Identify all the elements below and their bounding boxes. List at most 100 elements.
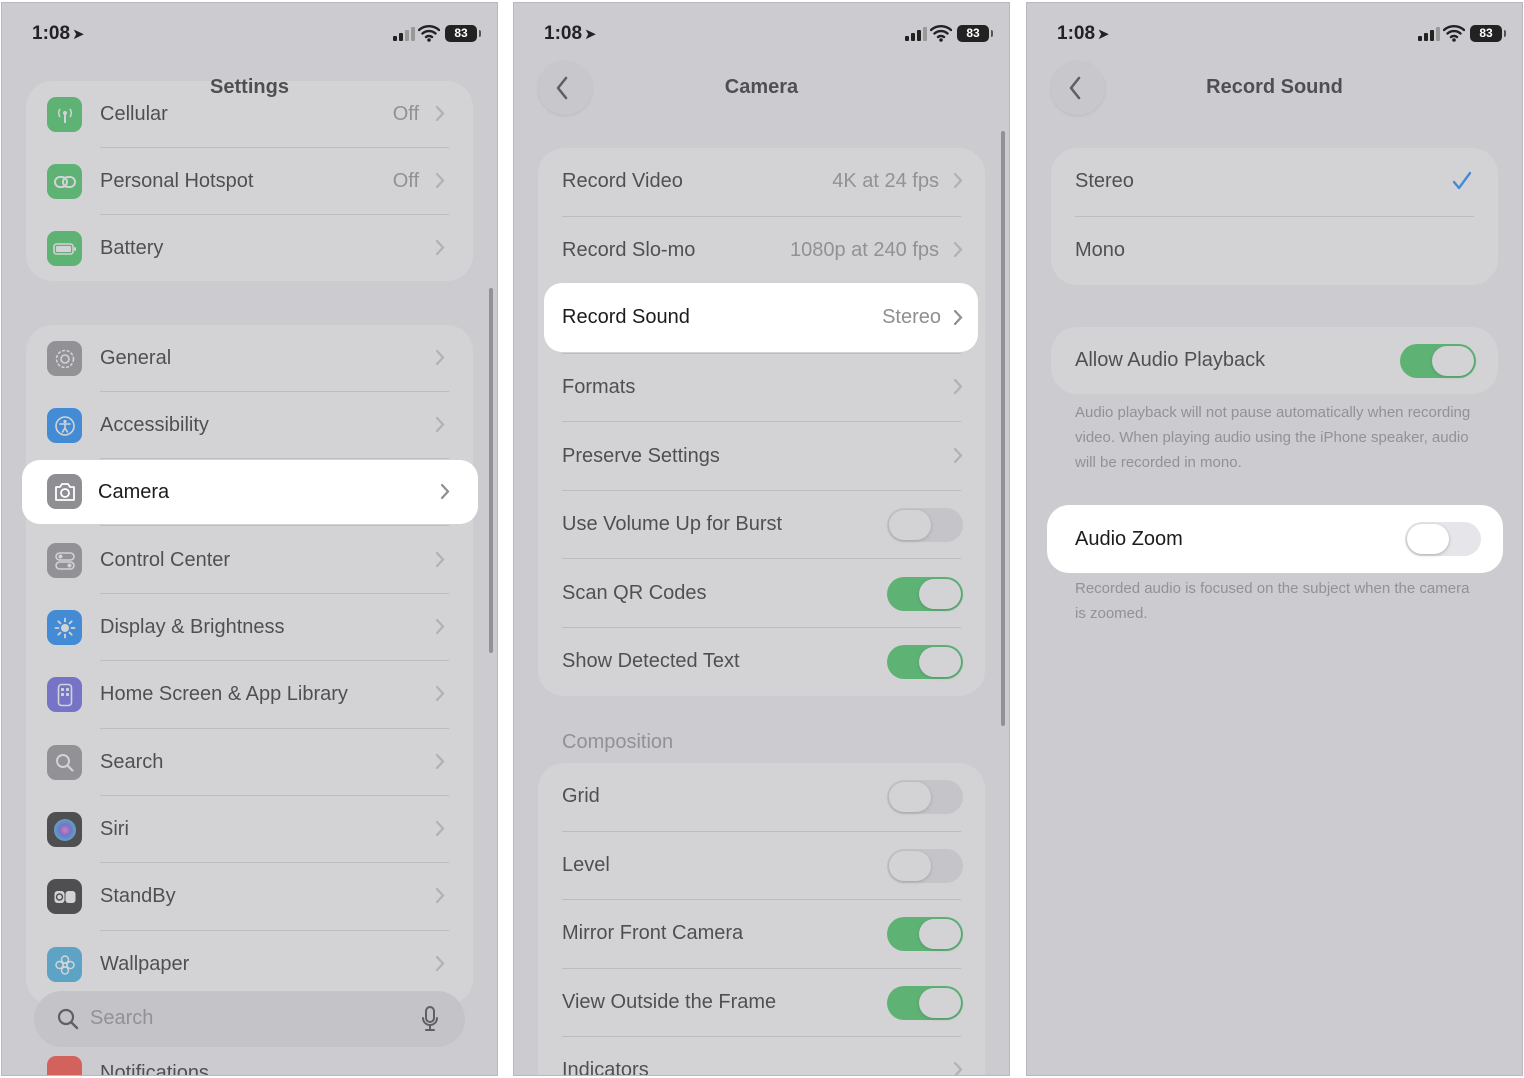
- switches-icon: [47, 543, 82, 578]
- row-grid: Grid: [538, 763, 985, 830]
- top-settings-group: Cellular Off Personal Hotspot Off Batter…: [26, 81, 473, 281]
- camera-main-group: Record Video 4K at 24 fps Record Slo-mo …: [538, 148, 985, 696]
- view-outside-toggle[interactable]: [887, 985, 963, 1020]
- record-sound-screen: Record Sound Stereo Mono Allow Audio Pla…: [1026, 2, 1523, 1076]
- settings-item-label: Accessibility: [100, 414, 209, 436]
- chevron-right-icon: [953, 378, 963, 395]
- gear-icon: [47, 341, 82, 376]
- page-title: Camera: [724, 76, 799, 98]
- row-label: Formats: [562, 376, 636, 398]
- settings-item-wallpaper[interactable]: Wallpaper: [26, 931, 473, 998]
- row-formats[interactable]: Formats: [538, 354, 985, 421]
- settings-item-label: Personal Hotspot: [100, 170, 254, 192]
- chevron-right-icon: [435, 753, 445, 770]
- audio-playback-footnote: Audio playback will not pause automatica…: [1075, 404, 1471, 471]
- settings-item-label: Wallpaper: [100, 953, 190, 975]
- detected-text-toggle[interactable]: [887, 644, 963, 679]
- flower-icon: [47, 947, 82, 982]
- settings-item-standby[interactable]: StandBy: [26, 863, 473, 930]
- wifi-icon: [1443, 25, 1465, 42]
- option-stereo[interactable]: Stereo: [1051, 148, 1498, 215]
- chevron-right-icon: [953, 447, 963, 464]
- option-label: Stereo: [1075, 170, 1134, 192]
- row-value: 1080p at 240 fps: [789, 239, 939, 261]
- scrollbar[interactable]: [1001, 131, 1005, 726]
- search-icon: [57, 1008, 79, 1030]
- sound-options-group: Stereo Mono: [1051, 148, 1498, 285]
- siri-icon: [47, 812, 82, 847]
- grid-toggle[interactable]: [887, 779, 963, 814]
- search-placeholder: Search: [90, 1007, 154, 1029]
- row-mirror-front-camera: Mirror Front Camera: [538, 900, 985, 967]
- settings-item-camera[interactable]: Camera: [22, 460, 478, 524]
- settings-item-label: Control Center: [100, 549, 231, 571]
- chevron-right-icon: [953, 1061, 963, 1075]
- search-field[interactable]: Search: [34, 991, 465, 1047]
- level-toggle[interactable]: [887, 848, 963, 883]
- search-icon: [47, 745, 82, 780]
- row-label: Preserve Settings: [562, 445, 720, 467]
- settings-item-control-center[interactable]: Control Center: [26, 527, 473, 594]
- microphone-icon[interactable]: [421, 1005, 439, 1033]
- cellular-signal-icon: [1418, 27, 1440, 41]
- battery-level-icon: 83: [1470, 25, 1506, 42]
- wifi-icon: [418, 25, 440, 42]
- row-level: Level: [538, 832, 985, 899]
- camera-settings-screen: Camera Record Video 4K at 24 fps Record …: [513, 2, 1010, 1076]
- scrollbar[interactable]: [489, 288, 493, 653]
- settings-item-general[interactable]: General: [26, 325, 473, 392]
- option-mono[interactable]: Mono: [1051, 217, 1498, 284]
- allow-audio-playback-toggle[interactable]: [1400, 343, 1476, 378]
- cellular-signal-icon: [393, 27, 415, 41]
- row-record-sound[interactable]: Record Sound Stereo: [544, 283, 978, 352]
- row-label: Audio Zoom: [1075, 527, 1183, 550]
- settings-item-home-screen[interactable]: Home Screen & App Library: [26, 661, 473, 728]
- page-title: Record Sound: [1206, 76, 1343, 98]
- settings-item-label: StandBy: [100, 885, 176, 907]
- row-label: Grid: [562, 785, 600, 807]
- volume-burst-toggle[interactable]: [887, 507, 963, 542]
- section-header-composition: Composition: [562, 731, 674, 753]
- row-label: View Outside the Frame: [562, 991, 777, 1013]
- row-label: Show Detected Text: [562, 650, 740, 672]
- settings-item-label: Search: [100, 751, 164, 773]
- settings-item-display-brightness[interactable]: Display & Brightness: [26, 594, 473, 661]
- settings-item-label: Home Screen & App Library: [100, 683, 348, 705]
- row-preserve-settings[interactable]: Preserve Settings: [538, 423, 985, 490]
- chevron-right-icon: [435, 239, 445, 256]
- settings-item-search[interactable]: Search: [26, 729, 473, 796]
- chevron-right-icon: [435, 955, 445, 972]
- settings-item-value: Off: [392, 170, 419, 192]
- location-arrow-icon: ➤: [72, 26, 85, 43]
- settings-item-value: Off: [392, 103, 419, 125]
- row-show-detected-text: Show Detected Text: [538, 628, 985, 695]
- settings-item-label: Cellular: [100, 103, 168, 125]
- settings-item-label: Battery: [100, 237, 164, 259]
- settings-item-notifications-peek: Notifications: [26, 1043, 473, 1075]
- phone-grid-icon: [47, 677, 82, 712]
- row-indicators[interactable]: Indicators: [538, 1037, 985, 1075]
- row-label: Record Slo-mo: [562, 239, 696, 261]
- accessibility-icon: [47, 408, 82, 443]
- settings-item-battery[interactable]: Battery: [26, 215, 473, 281]
- status-bar: 1:08 ➤ 83: [2, 21, 497, 47]
- settings-item-siri[interactable]: Siri: [26, 796, 473, 863]
- chevron-right-icon: [435, 820, 445, 837]
- mirror-front-toggle[interactable]: [887, 916, 963, 951]
- audio-zoom-toggle[interactable]: [1405, 522, 1481, 556]
- row-value: Stereo: [882, 306, 941, 328]
- row-record-video[interactable]: Record Video 4K at 24 fps: [538, 148, 985, 215]
- row-audio-zoom: Audio Zoom: [1047, 505, 1503, 573]
- row-allow-audio-playback: Allow Audio Playback: [1051, 327, 1498, 394]
- settings-item-personal-hotspot[interactable]: Personal Hotspot Off: [26, 148, 473, 215]
- chevron-right-icon: [953, 309, 963, 326]
- row-label: Use Volume Up for Burst: [562, 513, 783, 535]
- row-record-slomo[interactable]: Record Slo-mo 1080p at 240 fps: [538, 217, 985, 284]
- wifi-icon: [930, 25, 952, 42]
- chevron-right-icon: [440, 483, 450, 500]
- settings-item-label: Camera: [98, 480, 170, 503]
- settings-item-label: General: [100, 347, 172, 369]
- scan-qr-toggle[interactable]: [887, 576, 963, 611]
- settings-item-accessibility[interactable]: Accessibility: [26, 392, 473, 459]
- location-arrow-icon: ➤: [584, 26, 597, 43]
